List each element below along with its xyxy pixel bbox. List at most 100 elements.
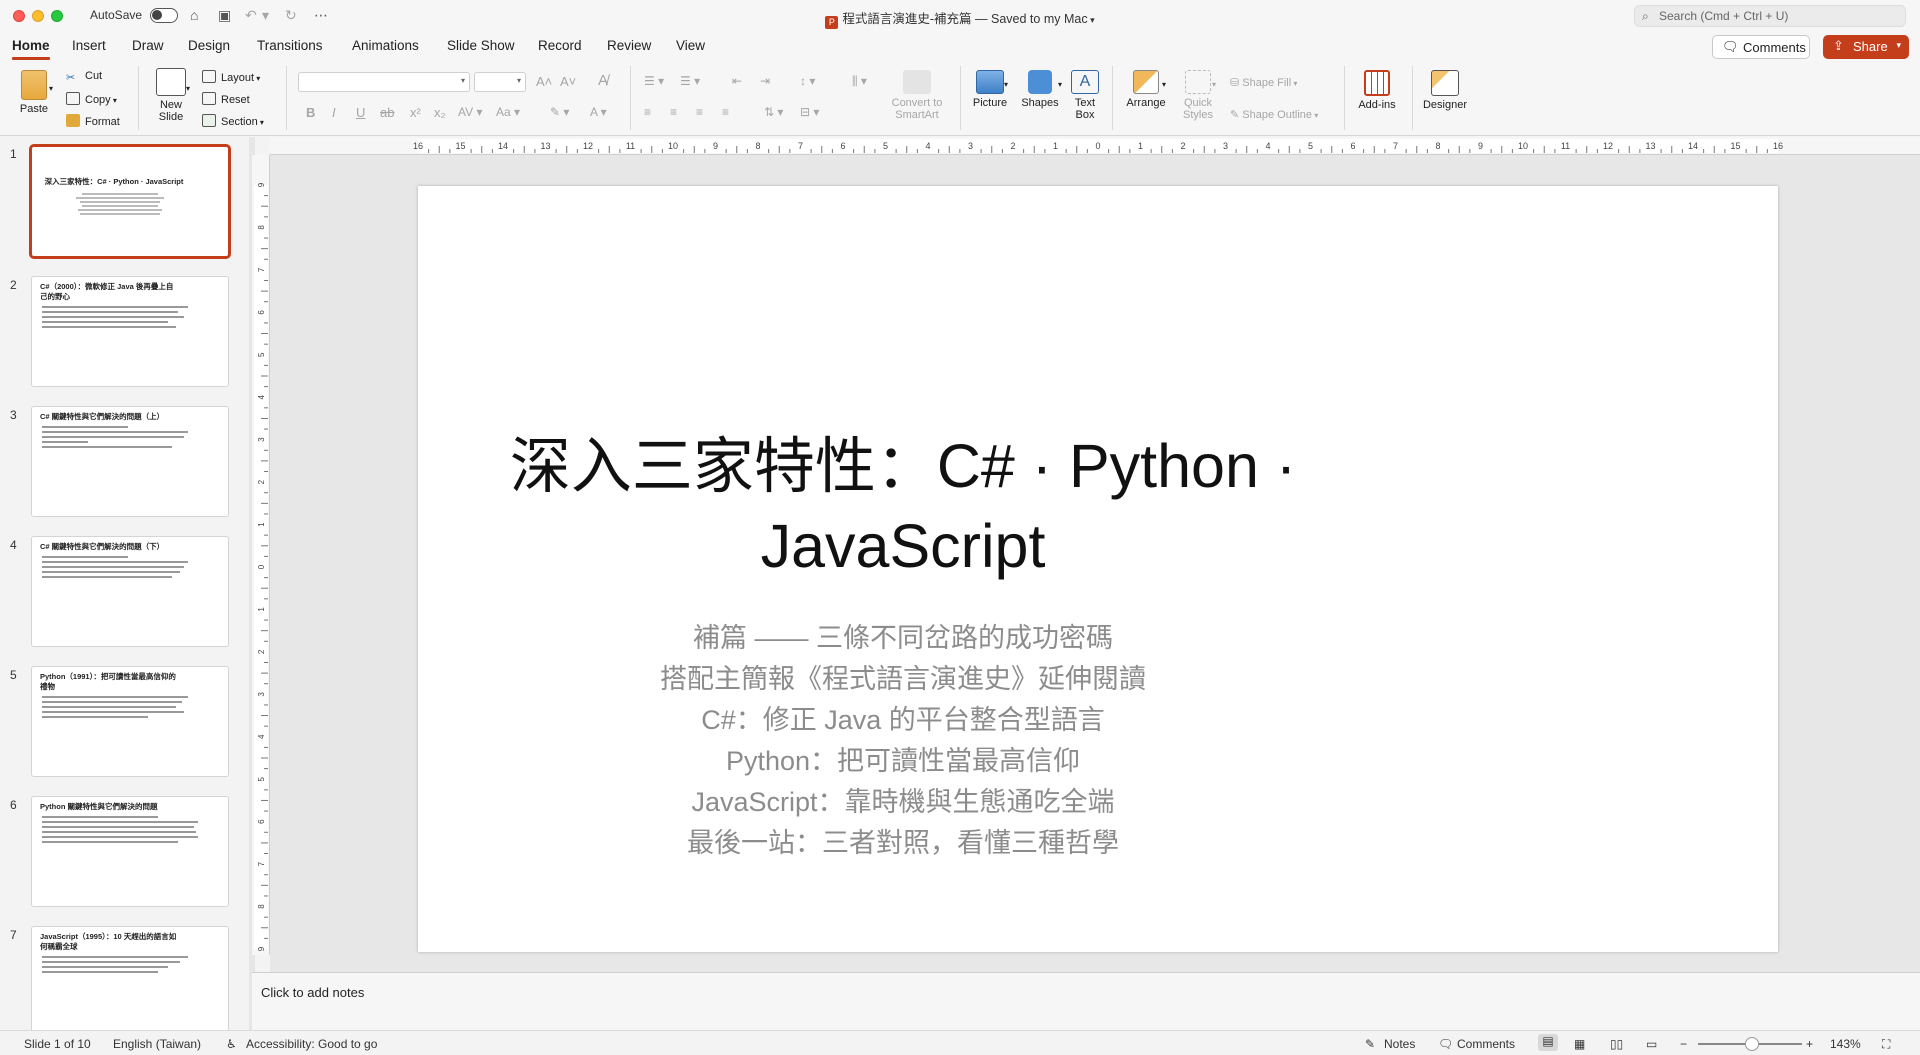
font-color-icon[interactable]: A ▾ xyxy=(590,105,607,119)
justify-icon[interactable]: ≡ xyxy=(722,105,729,119)
character-spacing-icon[interactable]: AV ▾ xyxy=(458,105,482,119)
columns-icon[interactable]: ⫼ ▾ xyxy=(852,74,867,89)
slide-thumbnail-4[interactable]: C# 關鍵特性與它們解決的問題（下） xyxy=(31,536,229,647)
font-name-combobox[interactable]: ▾ xyxy=(298,72,470,92)
share-button[interactable]: ⇪ Share ▾ xyxy=(1823,35,1909,59)
tab-home[interactable]: Home xyxy=(12,38,50,60)
vertical-ruler[interactable]: 9 8 7 6 5 4 3 2 1 0 1 2 3 4 5 6 7 8 9 xyxy=(252,155,270,955)
more-commands-icon[interactable]: ⋯ xyxy=(314,7,328,24)
new-slide-button[interactable]: New Slide xyxy=(148,68,194,123)
bold-icon[interactable]: B xyxy=(306,105,315,120)
horizontal-ruler[interactable]: 16 15 14 13 12 11 10 9 8 7 6 5 4 3 2 1 0 1 2 3 4 5 6 7 8 9 10 11 12 1… xyxy=(270,137,1920,155)
increase-font-size-icon[interactable]: A˄ xyxy=(536,74,552,89)
slide-subtitle-placeholder[interactable]: 補篇 —— 三條不同岔路的成功密碼 搭配主簡報《程式語言演進史》延伸閱讀 C#：… xyxy=(418,618,1778,864)
text-direction-icon[interactable]: ⇅ ▾ xyxy=(764,105,783,119)
numbering-icon[interactable]: ☰ ▾ xyxy=(680,74,700,88)
fit-to-window-icon[interactable]: ⛶ xyxy=(1882,1037,1890,1052)
shape-fill-button[interactable]: ⛁ Shape Fill ▾ xyxy=(1230,76,1297,89)
tab-transitions[interactable]: Transitions xyxy=(257,38,323,53)
subscript-icon[interactable]: x₂ xyxy=(434,105,446,120)
chevron-down-icon[interactable]: ▾ xyxy=(186,84,190,93)
strikethrough-icon[interactable]: ab xyxy=(380,105,394,120)
autosave-toggle[interactable] xyxy=(150,8,178,23)
add-ins-button[interactable]: Add-ins xyxy=(1352,70,1402,111)
superscript-icon[interactable]: x² xyxy=(410,105,421,120)
accessibility-status[interactable]: Accessibility: Good to go xyxy=(246,1037,377,1051)
chevron-down-icon[interactable]: ▾ xyxy=(1162,80,1166,89)
paste-button[interactable]: Paste xyxy=(14,70,54,115)
bullets-icon[interactable]: ☰ ▾ xyxy=(644,74,664,88)
home-icon[interactable]: ⌂ xyxy=(190,7,198,23)
picture-button[interactable]: Picture xyxy=(966,70,1014,109)
search-field[interactable]: ⌕ Search (Cmd + Ctrl + U) xyxy=(1634,5,1906,27)
arrange-button[interactable]: Arrange xyxy=(1122,70,1170,109)
slide-sorter-icon[interactable]: ▦ xyxy=(1574,1037,1585,1051)
save-icon[interactable]: ▣ xyxy=(218,7,231,24)
redo-icon[interactable]: ↻ xyxy=(285,7,297,24)
align-left-icon[interactable]: ≡ xyxy=(644,105,651,119)
shapes-button[interactable]: Shapes xyxy=(1018,70,1062,109)
slide-thumbnail-2[interactable]: C#（2000）：微軟修正 Java 後再疊上自己的野心 xyxy=(31,276,229,387)
zoom-level[interactable]: 143% xyxy=(1830,1037,1861,1051)
zoom-window-button[interactable] xyxy=(51,10,63,22)
underline-icon[interactable]: U xyxy=(356,105,365,120)
quick-styles-button[interactable]: Quick Styles xyxy=(1176,70,1220,121)
accessibility-icon[interactable]: ♿ xyxy=(226,1037,237,1051)
align-center-icon[interactable]: ≡ xyxy=(670,105,677,119)
slide-thumbnail-5[interactable]: Python（1991）：把可讀性當最高信仰的禮物 xyxy=(31,666,229,777)
increase-indent-icon[interactable]: ⇥ xyxy=(760,74,770,88)
convert-to-smartart-button[interactable]: Convert to SmartArt xyxy=(884,70,950,121)
highlight-icon[interactable]: ✎ ▾ xyxy=(550,105,569,119)
font-size-combobox[interactable]: ▾ xyxy=(474,72,526,92)
chevron-down-icon[interactable]: ▾ xyxy=(1058,80,1062,89)
align-text-icon[interactable]: ⊟ ▾ xyxy=(800,105,819,119)
chevron-down-icon[interactable]: ▾ xyxy=(1212,80,1216,89)
line-spacing-icon[interactable]: ↕ ▾ xyxy=(800,74,815,88)
change-case-icon[interactable]: Aa ▾ xyxy=(496,105,520,119)
undo-icon[interactable]: ↶ xyxy=(245,7,257,24)
slide-title-placeholder[interactable]: 深入三家特性：C# · Python · JavaScript xyxy=(418,426,1778,586)
cut-button[interactable]: ✂ Cut xyxy=(66,70,102,84)
zoom-out-icon[interactable]: − xyxy=(1680,1037,1687,1051)
comment-icon[interactable]: 🗨 xyxy=(1438,1037,1453,1051)
chevron-down-icon[interactable]: ▾ xyxy=(49,84,53,93)
slide-thumbnail-3[interactable]: C# 關鍵特性與它們解決的問題（上） xyxy=(31,406,229,517)
slide-show-icon[interactable]: ▭ xyxy=(1646,1037,1657,1051)
tab-record[interactable]: Record xyxy=(538,38,582,53)
notes-icon[interactable]: ✎ xyxy=(1365,1037,1375,1051)
tab-view[interactable]: View xyxy=(676,38,705,53)
zoom-slider-handle[interactable] xyxy=(1745,1037,1759,1051)
comments-button[interactable]: 🗨 Comments xyxy=(1712,35,1810,59)
text-box-button[interactable]: A Text Box xyxy=(1068,70,1102,121)
tab-slide-show[interactable]: Slide Show xyxy=(447,38,515,53)
tab-animations[interactable]: Animations xyxy=(352,38,419,53)
layout-button[interactable]: Layout ▾ xyxy=(202,70,260,84)
format-painter-button[interactable]: Format xyxy=(66,114,120,128)
section-button[interactable]: Section ▾ xyxy=(202,114,264,128)
zoom-in-icon[interactable]: + xyxy=(1806,1037,1813,1051)
clear-formatting-icon[interactable]: A̸ xyxy=(598,72,608,89)
slide-thumbnail-7[interactable]: JavaScript（1995）：10 天趕出的語言如何稱霸全球 xyxy=(31,926,229,1030)
decrease-indent-icon[interactable]: ⇤ xyxy=(732,74,742,88)
tab-review[interactable]: Review xyxy=(607,38,651,53)
reading-view-icon[interactable]: ▯▯ xyxy=(1610,1037,1623,1051)
language-indicator[interactable]: English (Taiwan) xyxy=(113,1037,201,1051)
minimize-window-button[interactable] xyxy=(32,10,44,22)
decrease-font-size-icon[interactable]: A˅ xyxy=(560,74,576,89)
slide-thumbnail-1[interactable]: 深入三家特性：C# · Python · JavaScript xyxy=(29,144,231,259)
tab-design[interactable]: Design xyxy=(188,38,230,53)
slide-thumbnail-6[interactable]: Python 關鍵特性與它們解決的問題 xyxy=(31,796,229,907)
undo-dropdown-icon[interactable]: ▾ xyxy=(262,7,269,24)
align-right-icon[interactable]: ≡ xyxy=(696,105,703,119)
designer-button[interactable]: Designer xyxy=(1420,70,1470,111)
current-slide[interactable]: 深入三家特性：C# · Python · JavaScript 補篇 —— 三條… xyxy=(418,186,1778,952)
chevron-down-icon[interactable]: ▾ xyxy=(1004,80,1008,89)
comments-toggle[interactable]: Comments xyxy=(1457,1037,1515,1051)
copy-button[interactable]: Copy ▾ xyxy=(66,92,117,106)
normal-view-icon[interactable]: ▤ xyxy=(1538,1034,1558,1051)
italic-icon[interactable]: I xyxy=(332,105,336,120)
close-window-button[interactable] xyxy=(13,10,25,22)
shape-outline-button[interactable]: ✎ Shape Outline ▾ xyxy=(1230,108,1318,121)
tab-insert[interactable]: Insert xyxy=(72,38,106,53)
notes-pane[interactable]: Click to add notes xyxy=(252,972,1920,1030)
